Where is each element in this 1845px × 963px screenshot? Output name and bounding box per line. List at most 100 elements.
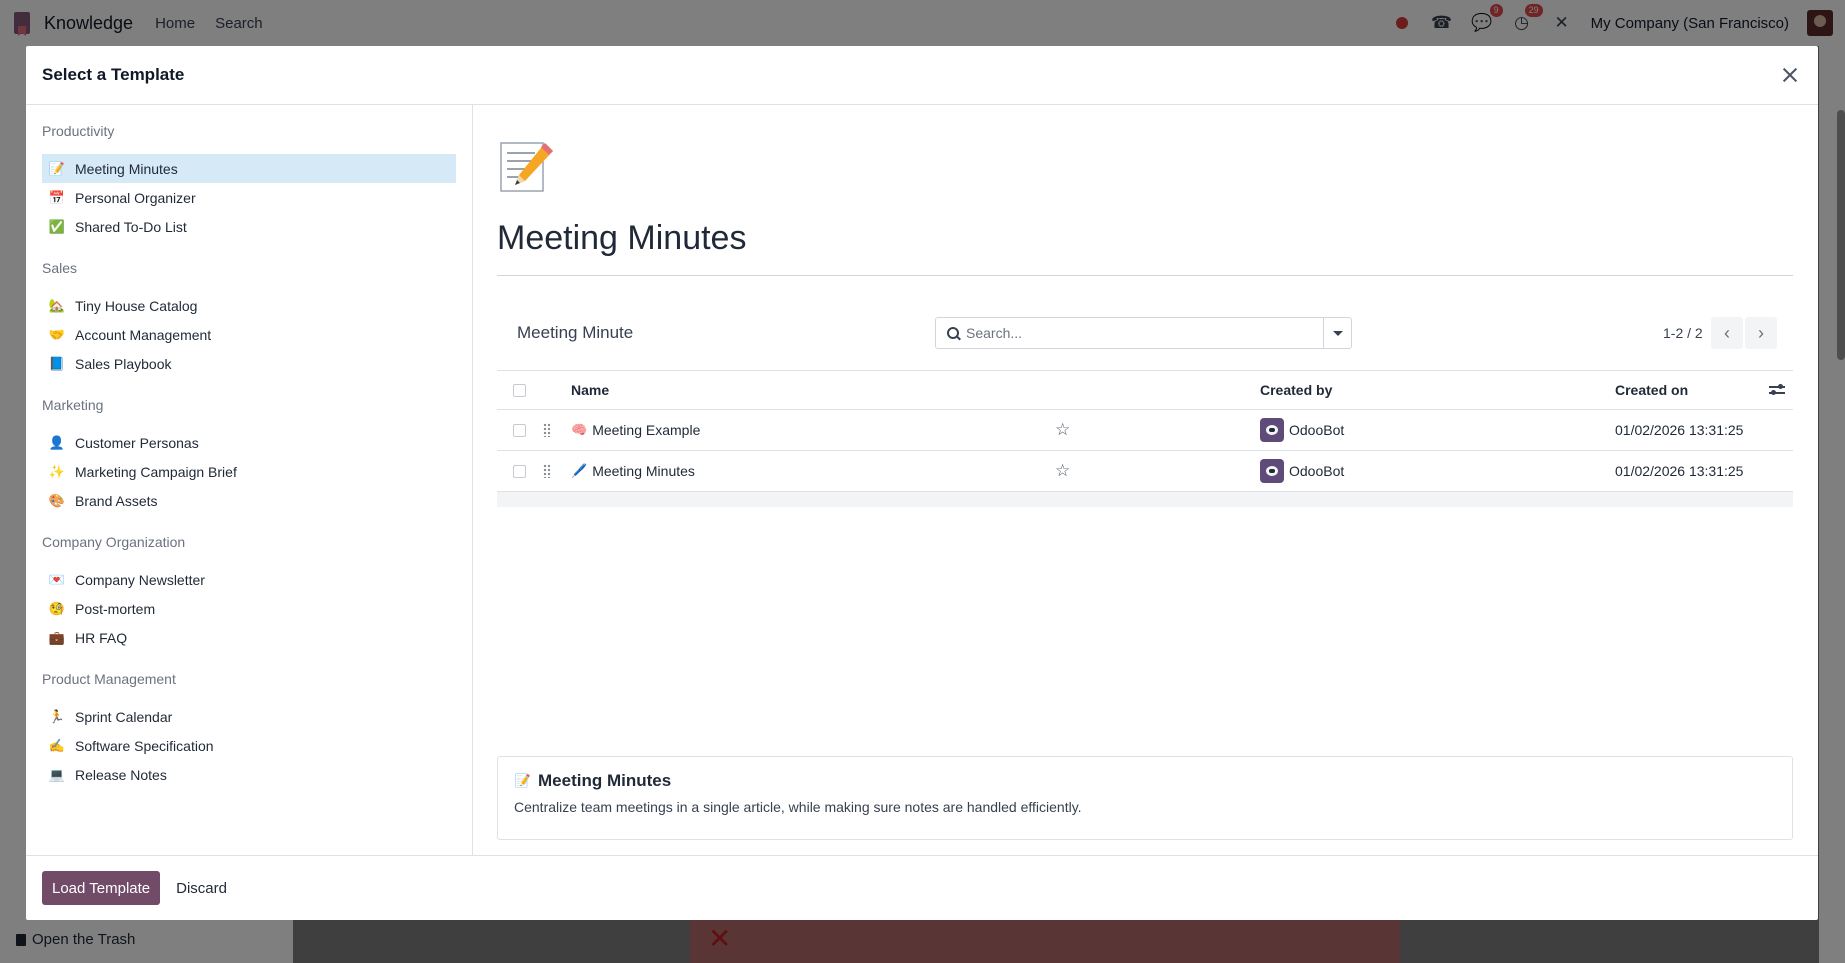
template-emoji-icon: 📝 — [48, 160, 66, 176]
template-item-label: Personal Organizer — [75, 189, 196, 206]
template-group-title: Company Organization — [42, 534, 186, 550]
template-emoji-icon: 🤝 — [48, 326, 66, 342]
modal-title: Select a Template — [42, 65, 185, 84]
template-emoji-icon: ✨ — [48, 463, 66, 479]
template-group: Product Management 🏃 Sprint Calendar ✍️ Soft… — [42, 671, 456, 789]
search-icon — [936, 318, 966, 348]
row-created-on: 01/02/2026 13:31:25 — [1615, 463, 1744, 479]
template-item[interactable]: 🧐 Post-mortem — [42, 594, 456, 623]
template-emoji-icon: 🧐 — [48, 600, 66, 616]
memo-icon — [497, 137, 555, 195]
row-created-by-cell: OdooBot — [1260, 451, 1344, 491]
template-group-title: Sales — [42, 260, 78, 276]
template-group: Marketing 👤 Customer Personas ✨ Marketing Ca… — [42, 397, 456, 515]
template-item[interactable]: 💻 Release Notes — [42, 760, 456, 789]
template-emoji-icon: 💼 — [48, 629, 66, 645]
template-item-label: HR FAQ — [75, 629, 128, 646]
template-emoji-icon: ✅ — [48, 218, 66, 234]
template-group-title: Productivity — [42, 123, 115, 139]
template-group: Company Organization 💌 Company Newsletter 🧐… — [42, 534, 456, 652]
template-item[interactable]: 📅 Personal Organizer — [42, 183, 456, 212]
table-row[interactable]: 🖊️ Meeting Minutes ☆ OdooBot 01/02/2026 13:3… — [497, 451, 1793, 492]
select-all-checkbox[interactable] — [513, 383, 526, 397]
table-header: Name Created by Created on — [497, 370, 1793, 410]
template-item[interactable]: 🤝 Account Management — [42, 320, 456, 349]
template-item[interactable]: 👤 Customer Personas — [42, 428, 456, 457]
article-emoji-icon: 🖊️ — [571, 463, 588, 478]
template-preview: Meeting Minutes Meeting Minute 1-2 / 2 ‹… — [473, 105, 1818, 855]
template-item[interactable]: ✨ Marketing Campaign Brief — [42, 457, 456, 486]
template-item-label: Meeting Minutes — [75, 160, 178, 177]
favorite-star-icon[interactable]: ☆ — [1055, 420, 1070, 440]
embedded-list-name: Meeting Minute — [517, 323, 634, 342]
template-item[interactable]: 🏃 Sprint Calendar — [42, 702, 456, 731]
embedded-list-controls: Meeting Minute 1-2 / 2 ‹ › — [497, 317, 1793, 351]
table-row[interactable]: 🧠 Meeting Example ☆ OdooBot 01/02/2026 13:31… — [497, 410, 1793, 451]
template-item-label: Company Newsletter — [75, 571, 205, 588]
template-item[interactable]: 📘 Sales Playbook — [42, 349, 456, 378]
template-item-label: Release Notes — [75, 766, 167, 783]
row-name: Meeting Minutes — [592, 463, 695, 479]
row-checkbox[interactable] — [513, 423, 526, 437]
template-item[interactable]: 🏡 Tiny House Catalog — [42, 291, 456, 320]
search-input[interactable] — [966, 319, 1323, 347]
memo-icon: 📝 — [514, 773, 532, 788]
template-emoji-icon: 📅 — [48, 189, 66, 205]
load-template-button[interactable]: Load Template — [42, 871, 161, 905]
drag-handle-icon[interactable] — [543, 464, 551, 478]
template-item[interactable]: 💼 HR FAQ — [42, 623, 456, 652]
pager-next-button[interactable]: › — [1745, 317, 1777, 349]
template-group: Sales 🏡 Tiny House Catalog 🤝 Account Managem… — [42, 260, 456, 378]
template-item[interactable]: ✅ Shared To-Do List — [42, 212, 456, 241]
template-item[interactable]: ✍️ Software Specification — [42, 731, 456, 760]
template-item-label: Post-mortem — [75, 600, 156, 617]
drag-handle-icon[interactable] — [543, 423, 551, 437]
column-created-by-header[interactable]: Created by — [1260, 371, 1332, 409]
template-emoji-icon: 🎨 — [48, 492, 66, 508]
template-emoji-icon: 📘 — [48, 355, 66, 371]
template-group-title: Product Management — [42, 671, 176, 687]
template-item-label: Customer Personas — [75, 434, 199, 451]
template-item[interactable]: 📝 Meeting Minutes — [42, 154, 456, 183]
optional-columns-icon[interactable] — [1769, 383, 1785, 397]
search-options-toggle[interactable] — [1323, 318, 1351, 348]
template-item-label: Tiny House Catalog — [75, 297, 198, 314]
odoobot-avatar — [1260, 418, 1284, 442]
close-icon[interactable] — [1778, 63, 1802, 87]
search-box — [935, 317, 1352, 349]
discard-button[interactable]: Discard — [176, 880, 227, 897]
template-emoji-icon: 💻 — [48, 766, 66, 782]
template-emoji-icon: 💌 — [48, 571, 66, 587]
template-emoji-icon: 🏃 — [48, 708, 66, 724]
row-checkbox[interactable] — [513, 464, 526, 478]
template-sidebar: Productivity 📝 Meeting Minutes 📅 Personal Or… — [26, 105, 473, 855]
article-title: Meeting Minutes — [497, 219, 747, 257]
modal-body: Productivity 📝 Meeting Minutes 📅 Personal Or… — [26, 105, 1818, 855]
title-divider — [497, 275, 1793, 276]
article-emoji-icon: 🧠 — [571, 422, 588, 437]
template-emoji-icon: 👤 — [48, 434, 66, 450]
description-heading: 📝 Meeting Minutes — [514, 771, 1776, 791]
select-template-dialog: Select a Template Productivity 📝 Meeting M… — [26, 46, 1818, 920]
description-title: Meeting Minutes — [538, 771, 672, 790]
template-emoji-icon: ✍️ — [48, 737, 66, 753]
row-created-by-cell: OdooBot — [1260, 410, 1344, 450]
column-created-on-header[interactable]: Created on — [1615, 371, 1688, 409]
table-body: 🧠 Meeting Example ☆ OdooBot 01/02/2026 13:31… — [497, 410, 1793, 492]
template-item-label: Shared To-Do List — [75, 218, 187, 235]
template-emoji-icon: 🏡 — [48, 297, 66, 313]
odoobot-avatar — [1260, 459, 1284, 483]
template-item-label: Software Specification — [75, 737, 214, 754]
row-name-cell[interactable]: 🖊️ Meeting Minutes — [571, 451, 695, 491]
articles-table: Name Created by Created on 🧠 Meeting Exam… — [497, 370, 1793, 507]
template-item[interactable]: 🎨 Brand Assets — [42, 486, 456, 515]
pager-previous-button[interactable]: ‹ — [1711, 317, 1743, 349]
column-name-header[interactable]: Name — [571, 371, 609, 409]
template-item-label: Sales Playbook — [75, 355, 172, 372]
description-text: Centralize team meetings in a single art… — [514, 799, 1082, 815]
template-item[interactable]: 💌 Company Newsletter — [42, 565, 456, 594]
pager-value[interactable]: 1-2 / 2 — [1663, 325, 1703, 341]
row-name-cell[interactable]: 🧠 Meeting Example — [571, 410, 700, 450]
favorite-star-icon[interactable]: ☆ — [1055, 461, 1070, 481]
template-description-card: 📝 Meeting Minutes Centralize team meetin… — [497, 756, 1793, 840]
